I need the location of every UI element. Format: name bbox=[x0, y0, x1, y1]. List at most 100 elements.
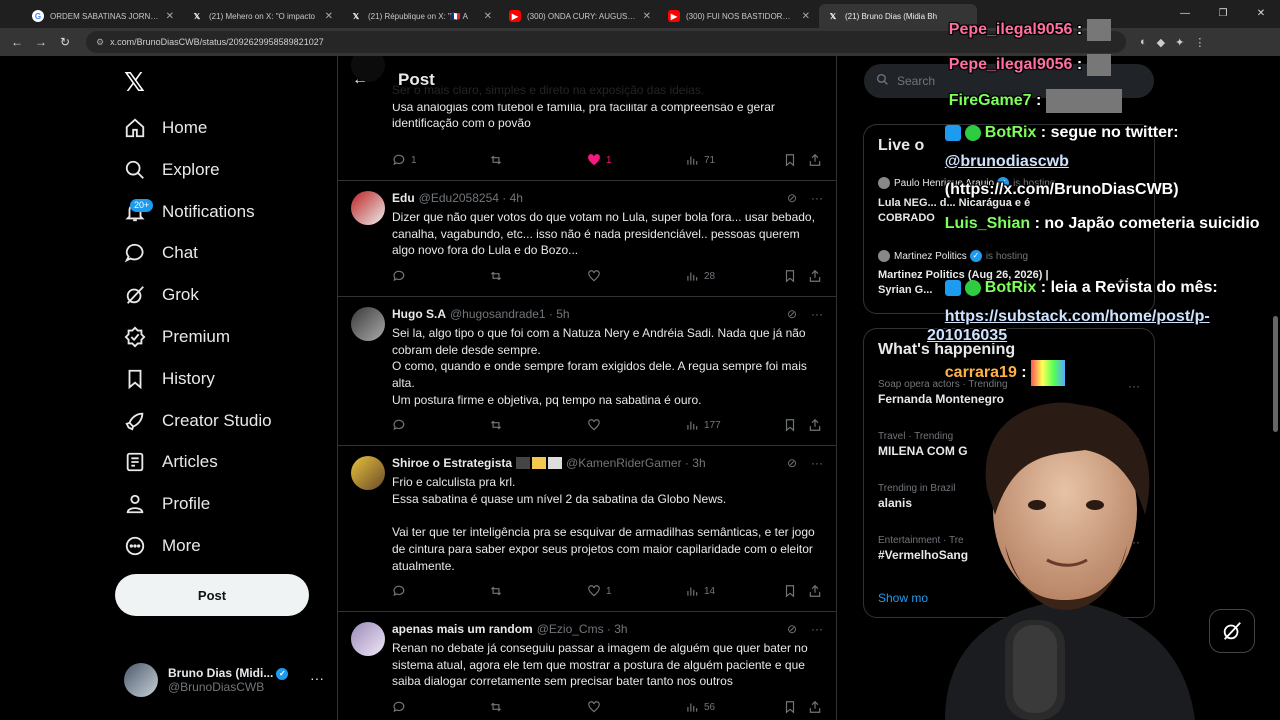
author-handle[interactable]: @Ezio_Cms · 3h bbox=[537, 622, 628, 636]
tweet-actions: 56 bbox=[392, 700, 829, 718]
like-button[interactable]: 1 bbox=[587, 584, 612, 598]
more-icon[interactable]: ··· bbox=[1128, 379, 1140, 393]
back-arrow-icon[interactable]: ← bbox=[352, 71, 372, 89]
bookmark-button[interactable] bbox=[783, 584, 797, 598]
author-name[interactable]: apenas mais um random bbox=[392, 622, 533, 636]
reply-button[interactable] bbox=[392, 700, 406, 714]
nav-item-chat[interactable]: Chat bbox=[122, 233, 198, 273]
reply-button[interactable] bbox=[392, 418, 406, 432]
tweet[interactable]: Hugo S.A @hugosandrade1 · 5h ⊘ ··· Sei la… bbox=[338, 297, 836, 446]
like-button[interactable] bbox=[587, 418, 601, 432]
browser-tab[interactable]: ▶ (300) ONDA CURY: AUGUSTO C ✕ bbox=[501, 4, 659, 28]
reply-button[interactable] bbox=[392, 584, 406, 598]
views-button[interactable]: 71 bbox=[685, 153, 715, 167]
nav-label: Chat bbox=[162, 243, 198, 262]
bookmark-button[interactable] bbox=[783, 269, 797, 283]
bookmark-button[interactable] bbox=[783, 700, 797, 714]
tweet-avatar[interactable] bbox=[351, 622, 385, 656]
repost-button[interactable] bbox=[489, 153, 503, 167]
tweet[interactable]: Edu @Edu2058254 · 4h ⊘ ··· Dizer que não … bbox=[338, 181, 836, 297]
nav-item-premium[interactable]: Premium bbox=[122, 317, 230, 357]
scrollbar-thumb[interactable] bbox=[1273, 316, 1278, 432]
nav-item-profile[interactable]: Profile bbox=[122, 484, 210, 524]
reload-icon[interactable]: ↻ bbox=[54, 31, 76, 53]
more-icon[interactable]: ··· bbox=[811, 307, 823, 321]
nav-item-history[interactable]: History bbox=[122, 359, 215, 399]
author-name[interactable]: Edu bbox=[392, 191, 415, 205]
more-icon[interactable]: ··· bbox=[811, 191, 823, 205]
views-button[interactable]: 28 bbox=[685, 269, 715, 283]
author-name[interactable]: Hugo S.A bbox=[392, 307, 446, 321]
nav-label: Profile bbox=[162, 494, 211, 513]
close-icon[interactable]: ✕ bbox=[643, 11, 651, 22]
reply-button[interactable]: 1 bbox=[392, 153, 417, 167]
grok-icon[interactable]: ⊘ bbox=[787, 307, 797, 321]
views-button[interactable]: 177 bbox=[685, 418, 721, 432]
author-handle[interactable]: @Edu2058254 · 4h bbox=[419, 191, 523, 205]
page-scrollbar[interactable] bbox=[1270, 56, 1280, 720]
like-button[interactable] bbox=[587, 269, 601, 283]
views-button[interactable]: 14 bbox=[685, 584, 715, 598]
more-icon[interactable]: ··· bbox=[310, 670, 324, 686]
tweet-avatar[interactable] bbox=[351, 456, 385, 490]
nav-item-explore[interactable]: Explore bbox=[122, 150, 220, 190]
bookmark-button[interactable] bbox=[783, 153, 797, 167]
grok-floating-button[interactable] bbox=[1209, 609, 1255, 653]
repost-button[interactable] bbox=[489, 269, 503, 283]
browser-tab[interactable]: 𝕏 (21) République on X: "🇫🇷 A ✕ bbox=[342, 4, 500, 28]
share-button[interactable] bbox=[808, 269, 822, 283]
more-icon[interactable]: ··· bbox=[811, 622, 823, 636]
views-button[interactable]: 56 bbox=[685, 700, 715, 714]
close-icon[interactable]: ✕ bbox=[166, 11, 174, 22]
share-button[interactable] bbox=[808, 584, 822, 598]
close-icon[interactable]: ✕ bbox=[484, 11, 492, 22]
share-icon bbox=[809, 584, 821, 597]
author-handle[interactable]: @hugosandrade1 · 5h bbox=[450, 307, 570, 321]
nav-item-grok[interactable]: Grok bbox=[122, 275, 199, 315]
nav-item-creator-studio[interactable]: Creator Studio bbox=[122, 401, 272, 441]
repost-button[interactable] bbox=[489, 700, 503, 714]
forward-icon[interactable]: → bbox=[30, 31, 52, 53]
nav-item-articles[interactable]: Articles bbox=[122, 442, 218, 482]
x-logo-icon[interactable]: 𝕏 bbox=[124, 68, 145, 98]
browser-tab[interactable]: G ORDEM SABATINAS JORNAL N ✕ bbox=[24, 4, 182, 28]
tweet-avatar[interactable] bbox=[351, 307, 385, 341]
repost-button[interactable] bbox=[489, 584, 503, 598]
left-navigation: 𝕏 Home Explore 20+ Notifications Chat Gr… bbox=[110, 56, 330, 720]
share-button[interactable] bbox=[808, 153, 822, 167]
share-button[interactable] bbox=[808, 700, 822, 714]
author-handle[interactable]: @KamenRiderGamer · 3h bbox=[566, 456, 706, 470]
tweet-actions: 1 1 71 bbox=[392, 153, 829, 171]
site-info-icon[interactable]: ⚙ bbox=[96, 37, 104, 48]
share-button[interactable] bbox=[808, 418, 822, 432]
grok-icon[interactable]: ⊘ bbox=[787, 456, 797, 470]
nav-label: Premium bbox=[162, 327, 231, 346]
bookmark-button[interactable] bbox=[783, 418, 797, 432]
reply-button[interactable] bbox=[392, 269, 406, 283]
tweet[interactable]: Shiroe o Estrategista @KamenRiderGamer ·… bbox=[338, 446, 836, 612]
close-icon[interactable]: ✕ bbox=[802, 11, 810, 22]
back-icon[interactable]: ← bbox=[6, 31, 28, 53]
like-button[interactable]: 1 bbox=[587, 153, 612, 167]
nav-item-notifications[interactable]: 20+ Notifications bbox=[122, 192, 255, 232]
tweet-avatar[interactable] bbox=[351, 191, 385, 225]
close-icon[interactable]: ✕ bbox=[325, 11, 333, 22]
repost-button[interactable] bbox=[489, 418, 503, 432]
browser-tab[interactable]: 𝕏 (21) Mehero on X: "O impacto ✕ bbox=[183, 4, 341, 28]
bookmark-icon bbox=[785, 585, 795, 598]
author-name[interactable]: Shiroe o Estrategista bbox=[392, 456, 512, 470]
bookmark-icon bbox=[785, 270, 795, 283]
account-switcher[interactable]: Bruno Dias (Midi... ✓ @BrunoDiasCWB ··· bbox=[124, 660, 324, 700]
grok-icon[interactable]: ⊘ bbox=[787, 191, 797, 205]
post-button[interactable]: Post bbox=[115, 574, 309, 616]
browser-tab[interactable]: ▶ (300) FUI NOS BASTIDORES DO ✕ bbox=[660, 4, 818, 28]
nav-item-more[interactable]: More bbox=[122, 526, 201, 566]
chat-text: no Japão cometeria suicidio bbox=[1044, 215, 1260, 232]
nav-item-home[interactable]: Home bbox=[122, 108, 207, 148]
tweet[interactable]: apenas mais um random @Ezio_Cms · 3h ⊘ ··… bbox=[338, 612, 836, 720]
more-icon[interactable]: ··· bbox=[811, 456, 823, 470]
like-button[interactable] bbox=[587, 700, 601, 714]
live-title: Live o bbox=[878, 137, 925, 154]
chat-link-text[interactable]: https://substack.com/home/post/p-2010160… bbox=[927, 308, 1210, 344]
grok-icon[interactable]: ⊘ bbox=[787, 622, 797, 636]
